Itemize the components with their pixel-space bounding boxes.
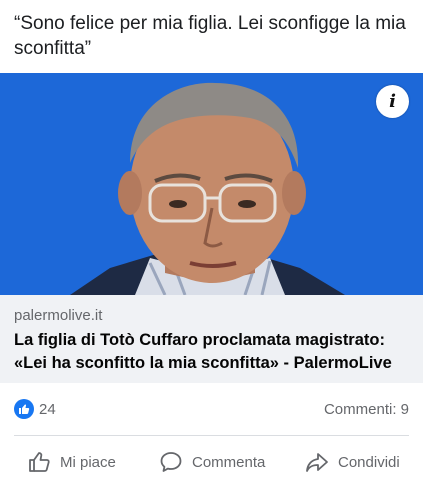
share-icon bbox=[304, 449, 330, 475]
like-button-label: Mi piace bbox=[60, 453, 116, 471]
comment-button-label: Commenta bbox=[192, 453, 266, 471]
thumbs-up-icon[interactable] bbox=[14, 399, 34, 419]
info-icon[interactable]: i bbox=[376, 85, 409, 118]
like-button[interactable]: Mi piace bbox=[26, 448, 116, 476]
share-button-label: Condividi bbox=[338, 453, 400, 471]
action-bar: Mi piace Commenta Condividi bbox=[0, 440, 423, 480]
share-button[interactable]: Condividi bbox=[304, 448, 400, 476]
link-preview-image[interactable]: i bbox=[0, 73, 423, 295]
like-count[interactable]: 24 bbox=[39, 401, 56, 418]
portrait-photo bbox=[0, 73, 423, 295]
link-card[interactable]: palermolive.it La figlia di Totò Cuffaro… bbox=[0, 295, 423, 383]
post-caption: “Sono felice per mia figlia. Lei sconfig… bbox=[14, 13, 406, 59]
post-stats: 24 Commenti: 9 bbox=[0, 395, 423, 425]
thumbs-up-icon bbox=[26, 449, 52, 475]
link-headline[interactable]: La figlia di Totò Cuffaro proclamata mag… bbox=[14, 329, 414, 375]
divider bbox=[14, 435, 409, 436]
comment-icon bbox=[158, 449, 184, 475]
link-domain: palermolive.it bbox=[14, 307, 103, 324]
comment-count[interactable]: Commenti: 9 bbox=[324, 401, 409, 418]
comment-button[interactable]: Commenta bbox=[158, 448, 265, 476]
